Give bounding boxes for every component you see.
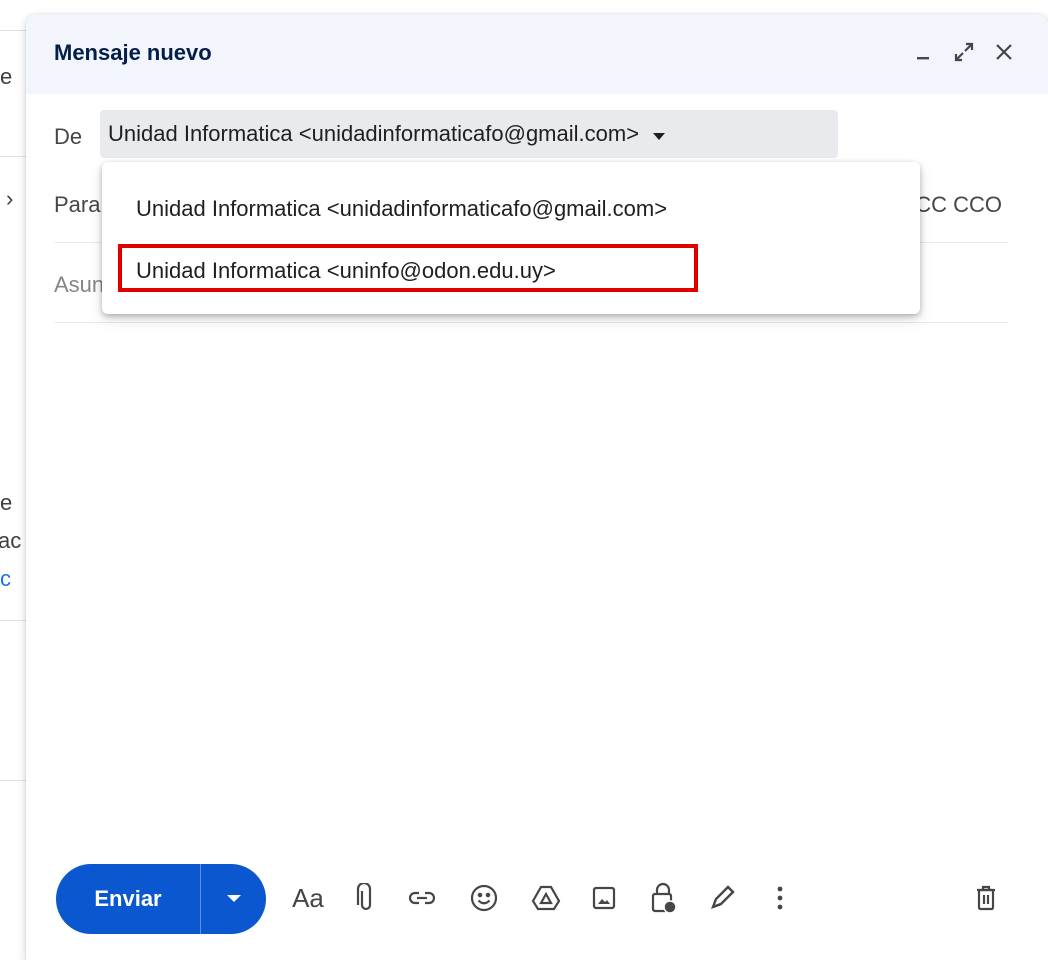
- from-select[interactable]: Unidad Informatica <unidadinformaticafo@…: [100, 110, 838, 158]
- background-divider: [0, 780, 26, 781]
- format-label: Aa: [292, 882, 324, 913]
- background-text-fragment: e: [0, 64, 13, 89]
- from-option-gmail[interactable]: Unidad Informatica <unidadinformaticafo@…: [136, 196, 667, 222]
- background-divider: [0, 30, 26, 31]
- background-divider: [0, 156, 26, 157]
- emoji-icon[interactable]: [466, 880, 502, 916]
- compose-window: Mensaje nuevo De Unidad Informatica <uni…: [26, 14, 1048, 960]
- more-options-icon[interactable]: [762, 880, 798, 916]
- text-format-icon[interactable]: Aa: [290, 880, 326, 916]
- compose-title: Mensaje nuevo: [54, 40, 212, 65]
- schedule-send-button[interactable]: [201, 890, 266, 908]
- from-label: De: [54, 124, 83, 149]
- photo-icon[interactable]: [586, 880, 622, 916]
- attach-icon[interactable]: [348, 880, 384, 916]
- close-icon[interactable]: [992, 40, 1016, 64]
- signature-icon[interactable]: [704, 880, 740, 916]
- from-select-value: Unidad Informatica <unidadinformaticafo@…: [108, 121, 640, 146]
- confidential-icon[interactable]: [646, 880, 682, 916]
- background-link-fragment: c: [0, 566, 11, 591]
- link-icon[interactable]: [404, 880, 440, 916]
- chevron-down-icon: [226, 890, 241, 908]
- send-button-group: Enviar: [56, 864, 266, 934]
- to-label: Para: [54, 192, 101, 217]
- highlight-box: [118, 244, 698, 292]
- chevron-down-icon: [653, 121, 666, 147]
- background-text-fragment: ac: [0, 528, 22, 553]
- background-divider: [0, 620, 26, 621]
- drive-icon[interactable]: [528, 880, 564, 916]
- send-button[interactable]: Enviar: [56, 886, 200, 912]
- compose-header: Mensaje nuevo: [26, 14, 1048, 94]
- header-controls: [912, 40, 1016, 64]
- minimize-icon[interactable]: [912, 40, 936, 64]
- discard-icon[interactable]: [968, 880, 1004, 916]
- background-text-fragment: e: [0, 490, 13, 515]
- expand-icon[interactable]: [952, 40, 976, 64]
- from-dropdown-menu: Unidad Informatica <unidadinformaticafo@…: [102, 162, 920, 314]
- cc-bcc-link[interactable]: CC CCO: [915, 192, 1002, 218]
